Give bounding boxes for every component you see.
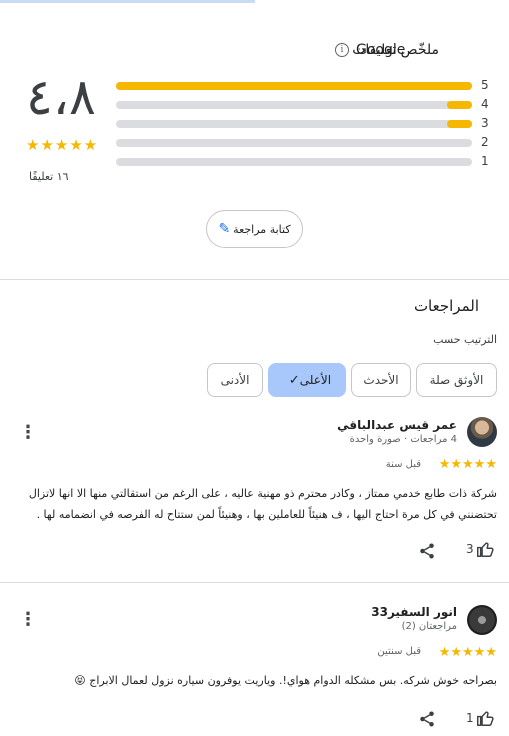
info-icon[interactable]: i — [335, 43, 349, 57]
review-time: قبل سنة — [385, 459, 421, 470]
review-count: ١٦ تعليقًا — [29, 170, 69, 183]
bar-fill — [447, 120, 472, 128]
check-icon: ✓ — [288, 372, 300, 388]
chip-label: الأوثق صلة — [429, 373, 484, 387]
reviewer-meta: 4 مراجعات · صورة واحدة — [349, 434, 457, 445]
share-icon[interactable] — [418, 542, 436, 560]
bar-row-1: 1 — [116, 154, 496, 173]
share-icon[interactable] — [418, 710, 436, 728]
chip-label: الأعلى — [299, 373, 332, 387]
like-button[interactable]: 3 — [466, 541, 494, 557]
bar-label: 5 — [481, 78, 489, 92]
bar-row-3: 3 — [116, 116, 496, 135]
rating-distribution: 5 4 3 2 1 — [116, 78, 496, 173]
chip-lowest[interactable]: الأدنى — [207, 363, 263, 397]
summary-brand: Google — [356, 42, 406, 58]
bar-label: 2 — [481, 135, 489, 149]
top-progress-line — [0, 0, 255, 3]
bar-row-5: 5 — [116, 78, 496, 97]
thumbs-up-icon — [476, 711, 494, 726]
bar-track — [116, 158, 472, 166]
bar-label: 4 — [481, 97, 489, 111]
bar-track — [116, 82, 472, 90]
avatar[interactable] — [467, 605, 497, 635]
review-time: قبل سنتين — [377, 646, 421, 657]
reviewer-meta: مراجعتان (2) — [401, 621, 457, 632]
average-rating: ٤،٨ — [26, 68, 96, 126]
like-count: 1 — [466, 711, 474, 725]
divider — [0, 279, 509, 280]
bar-track — [116, 101, 472, 109]
write-review-label: كتابة مراجعة — [233, 222, 291, 236]
bar-label: 1 — [481, 154, 489, 168]
review-text: بصراحه خوش شركه. بس مشكله الدوام هواي!. … — [74, 674, 497, 687]
chip-newest[interactable]: الأحدث — [351, 363, 411, 397]
bar-label: 3 — [481, 116, 489, 130]
reviewer-name[interactable]: انور السفير33 — [371, 605, 457, 619]
sort-label: الترتيب حسب — [433, 333, 497, 346]
chip-highest[interactable]: الأعلى ✓ — [268, 363, 346, 397]
thumbs-up-icon — [476, 542, 494, 557]
like-count: 3 — [466, 542, 474, 556]
bar-fill — [447, 101, 472, 109]
chip-label: الأدنى — [220, 373, 250, 387]
pencil-icon: ✎ — [218, 221, 231, 237]
write-review-button[interactable]: كتابة مراجعة ✎ — [206, 210, 303, 248]
divider — [0, 582, 509, 583]
avatar[interactable] — [467, 417, 497, 447]
average-stars-icon: ★★★★★ — [26, 136, 99, 154]
reviews-heading: المراجعات — [413, 297, 479, 315]
bar-track — [116, 139, 472, 147]
review-stars-icon: ★★★★★ — [438, 457, 497, 472]
like-button[interactable]: 1 — [466, 710, 494, 726]
reviewer-name[interactable]: عمر قيس عبدالباقي — [337, 418, 457, 432]
review-stars-icon: ★★★★★ — [438, 645, 497, 660]
chip-label: الأحدث — [363, 373, 399, 387]
bar-fill — [116, 82, 472, 90]
review-text: شركة ذات طابع خدمي ممتاز ، وكادر محترم ذ… — [28, 487, 497, 521]
bar-track — [116, 120, 472, 128]
bar-row-2: 2 — [116, 135, 496, 154]
more-options-icon[interactable]: ⋮ — [19, 611, 37, 629]
chip-most-relevant[interactable]: الأوثق صلة — [416, 363, 497, 397]
bar-row-4: 4 — [116, 97, 496, 116]
more-options-icon[interactable]: ⋮ — [19, 424, 37, 442]
